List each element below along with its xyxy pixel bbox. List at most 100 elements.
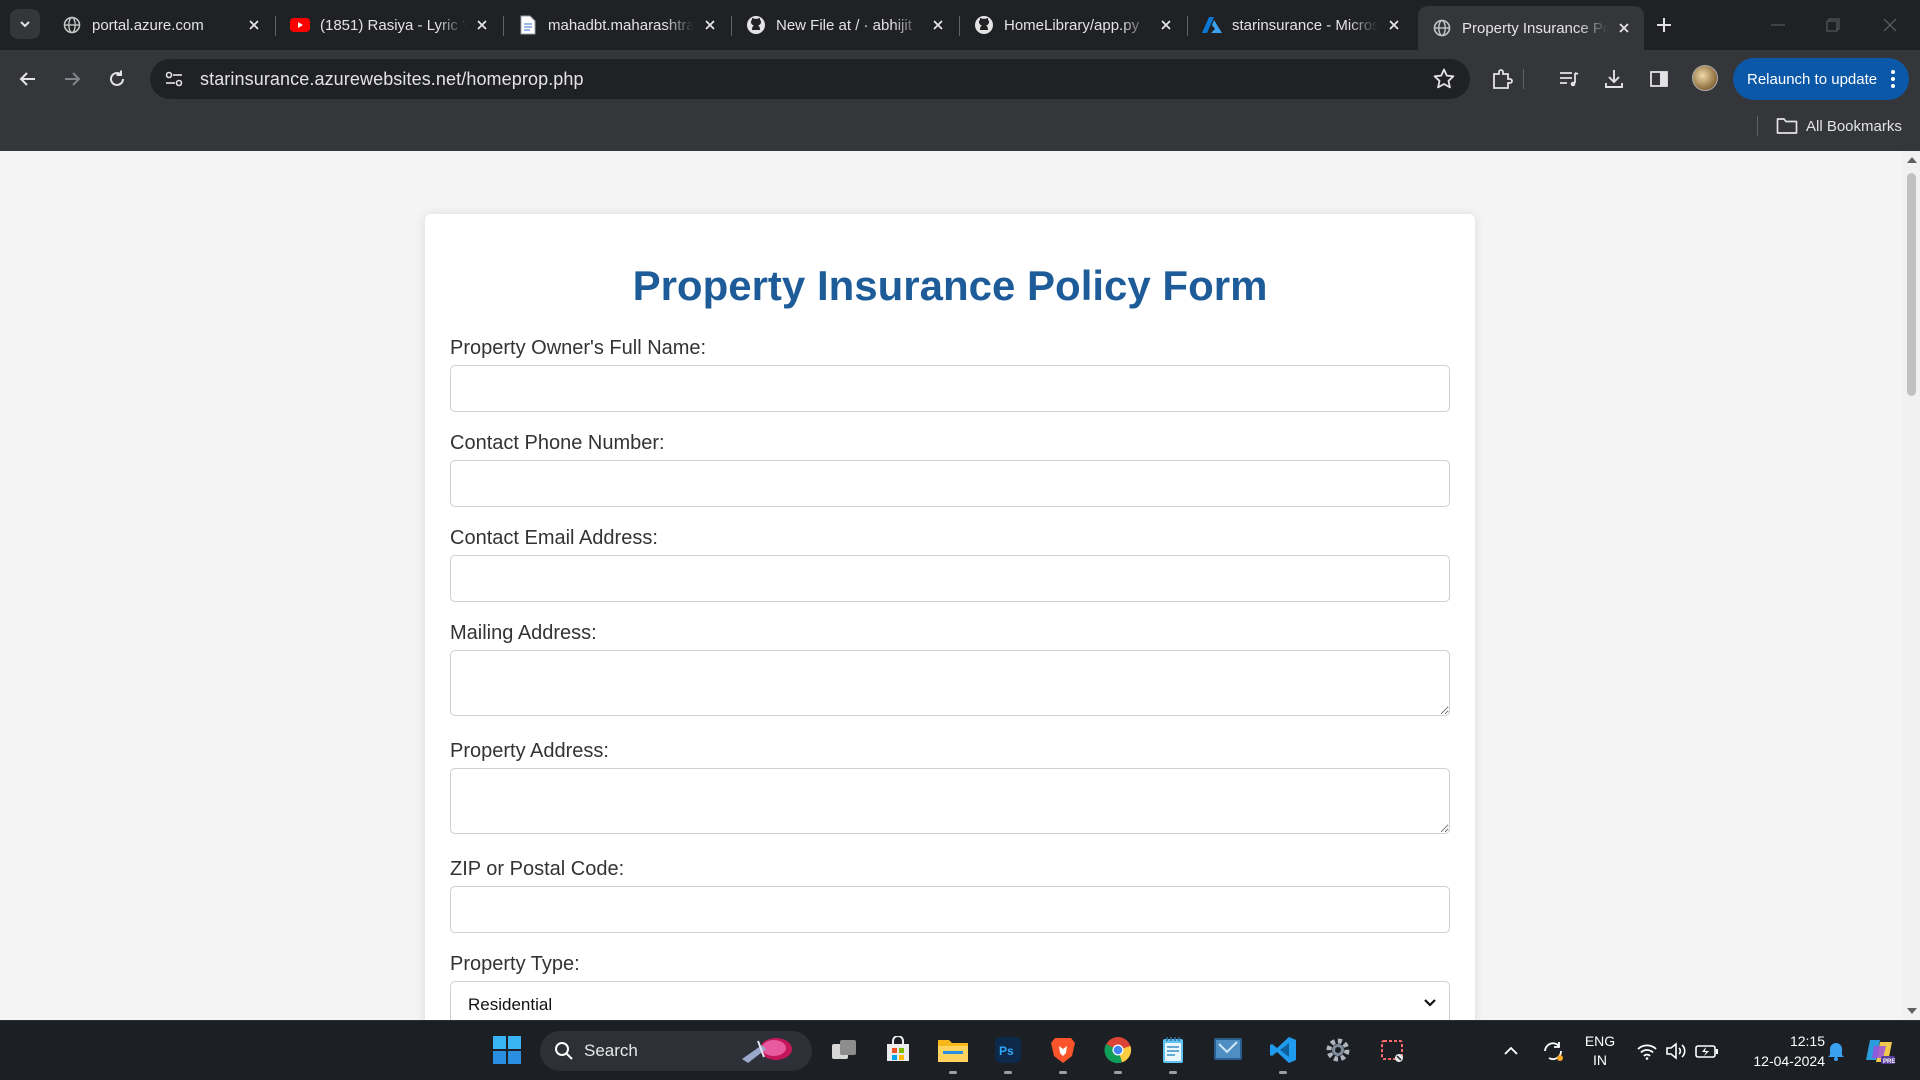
close-tab-icon[interactable] xyxy=(928,15,948,35)
scroll-up-arrow[interactable] xyxy=(1907,157,1917,163)
copilot-icon: PRE xyxy=(1866,1040,1895,1065)
chevron-up-icon xyxy=(1504,1046,1518,1055)
vscode-button[interactable] xyxy=(1266,1033,1300,1074)
new-tab-button[interactable] xyxy=(1650,11,1678,39)
close-tab-icon[interactable] xyxy=(1156,15,1176,35)
system-clock[interactable]: 12:15 12-04-2024 xyxy=(1735,1031,1825,1071)
ssms-button[interactable] xyxy=(1211,1033,1245,1067)
extensions-button[interactable] xyxy=(1488,65,1516,93)
downloads-button[interactable] xyxy=(1600,65,1628,93)
close-icon xyxy=(1883,18,1897,32)
show-hidden-icons-button[interactable] xyxy=(1496,1021,1526,1080)
property-type-select[interactable]: Residential xyxy=(450,981,1450,1020)
phone-input[interactable] xyxy=(450,460,1450,507)
page-scrollbar[interactable] xyxy=(1903,151,1920,1020)
file-explorer-button[interactable] xyxy=(936,1033,970,1074)
battery-status[interactable] xyxy=(1693,1021,1721,1080)
phone-label: Contact Phone Number: xyxy=(450,432,665,454)
close-tab-icon[interactable] xyxy=(700,15,720,35)
document-icon xyxy=(518,15,538,35)
taskbar-search-box[interactable]: Search xyxy=(540,1031,812,1071)
battery-charging-icon xyxy=(1695,1045,1718,1058)
close-tab-icon[interactable] xyxy=(244,15,264,35)
wifi-status[interactable] xyxy=(1633,1021,1661,1080)
tab-github-homelibrary[interactable]: HomeLibrary/app.py xyxy=(960,6,1186,44)
reload-icon xyxy=(110,70,124,86)
reload-button[interactable] xyxy=(101,63,133,95)
task-view-icon xyxy=(832,1040,856,1059)
tab-azure-starinsurance[interactable]: starinsurance - Microsoft Azure xyxy=(1188,6,1414,44)
windows-logo-icon xyxy=(493,1036,521,1064)
folder-icon xyxy=(938,1040,968,1062)
browser-toolbar: starinsurance.azurewebsites.net/homeprop… xyxy=(0,50,1920,108)
github-icon xyxy=(974,15,994,35)
close-tab-icon[interactable] xyxy=(472,15,492,35)
running-indicator xyxy=(1059,1071,1067,1074)
zip-code-input[interactable] xyxy=(450,886,1450,933)
relaunch-label: Relaunch to update xyxy=(1747,70,1878,88)
youtube-icon xyxy=(290,15,310,35)
bookmark-star-icon[interactable] xyxy=(1432,67,1456,91)
property-type-label: Property Type: xyxy=(450,953,580,975)
policy-form-card: Property Insurance Policy Form Property … xyxy=(425,214,1475,1020)
all-bookmarks-label: All Bookmarks xyxy=(1806,117,1902,135)
snipping-tool-button[interactable] xyxy=(1376,1033,1410,1067)
speaker-icon xyxy=(1666,1042,1686,1060)
input-language-indicator[interactable]: ENG IN xyxy=(1582,1032,1618,1070)
tab-search-button[interactable] xyxy=(10,9,40,39)
language-code: ENG xyxy=(1584,1033,1616,1049)
store-icon xyxy=(887,1036,909,1061)
scroll-down-arrow[interactable] xyxy=(1907,1008,1917,1014)
snipping-tool-icon xyxy=(1381,1040,1403,1062)
globe-icon xyxy=(1432,18,1452,38)
property-address-textarea[interactable] xyxy=(450,768,1450,834)
all-bookmarks-button[interactable]: All Bookmarks xyxy=(1776,114,1902,138)
tab-portal-azure[interactable]: portal.azure.com xyxy=(48,6,274,44)
brave-browser-button[interactable] xyxy=(1046,1033,1080,1074)
photoshop-button[interactable]: Ps xyxy=(991,1033,1025,1074)
chrome-button[interactable] xyxy=(1101,1033,1135,1074)
notepad-button[interactable] xyxy=(1156,1033,1190,1074)
start-button[interactable] xyxy=(490,1033,524,1067)
close-tab-icon[interactable] xyxy=(1614,18,1634,38)
copilot-button[interactable]: PRE xyxy=(1862,1021,1898,1080)
back-button[interactable] xyxy=(12,63,44,95)
task-view-button[interactable] xyxy=(827,1033,861,1067)
forward-button[interactable] xyxy=(56,63,88,95)
puzzle-icon xyxy=(1493,69,1513,89)
tab-title: starinsurance - Microsoft Azure xyxy=(1232,16,1378,34)
address-bar[interactable]: starinsurance.azurewebsites.net/homeprop… xyxy=(150,59,1470,99)
arrow-left-icon xyxy=(19,72,35,86)
site-info-icon[interactable] xyxy=(162,67,186,91)
chevron-down-icon xyxy=(1424,999,1436,1007)
close-tab-icon[interactable] xyxy=(1384,15,1404,35)
minimize-icon xyxy=(1771,24,1785,26)
search-label: Search xyxy=(584,1041,638,1060)
settings-button[interactable] xyxy=(1321,1033,1355,1067)
owner-name-input[interactable] xyxy=(450,365,1450,412)
tab-youtube[interactable]: (1851) Rasiya - Lyric Video xyxy=(276,6,502,44)
mailing-address-textarea[interactable] xyxy=(450,650,1450,716)
relaunch-update-button[interactable]: Relaunch to update xyxy=(1733,58,1909,100)
sync-status-button[interactable] xyxy=(1537,1021,1569,1080)
photoshop-icon: Ps xyxy=(995,1037,1021,1063)
restore-button[interactable] xyxy=(1813,10,1853,40)
email-input[interactable] xyxy=(450,555,1450,602)
wifi-icon xyxy=(1637,1044,1657,1060)
tab-github-new-file[interactable]: New File at / · abhijit xyxy=(732,6,958,44)
tab-strip: portal.azure.com (1851) Rasiya - Lyric V… xyxy=(0,0,1920,50)
close-window-button[interactable] xyxy=(1870,10,1910,40)
azure-icon xyxy=(1202,15,1222,35)
minimize-button[interactable] xyxy=(1758,10,1798,40)
microsoft-store-button[interactable] xyxy=(881,1033,915,1067)
side-panel-button[interactable] xyxy=(1645,65,1673,93)
scroll-thumb[interactable] xyxy=(1907,173,1916,396)
profile-avatar[interactable] xyxy=(1692,65,1718,91)
tab-title: mahadbt.maharashtra.gov.in xyxy=(548,16,694,34)
media-control-button[interactable] xyxy=(1555,65,1583,93)
volume-status[interactable] xyxy=(1662,1021,1690,1080)
tab-property-insurance[interactable]: Property Insurance Policy Form xyxy=(1418,6,1644,50)
tab-mahadbt[interactable]: mahadbt.maharashtra.gov.in xyxy=(504,6,730,44)
tab-title: Property Insurance Policy Form xyxy=(1462,19,1608,37)
notifications-button[interactable] xyxy=(1822,1021,1850,1080)
